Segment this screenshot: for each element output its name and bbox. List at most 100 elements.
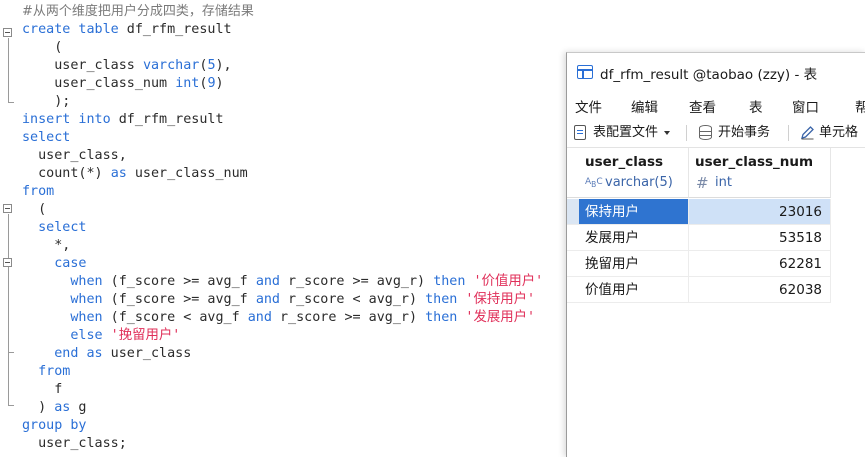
code-line[interactable]: case (22, 255, 86, 273)
keyword-token: 5 (207, 58, 216, 73)
table-icon (577, 65, 593, 79)
keyword-token: as (54, 400, 71, 415)
keyword-token: varchar (142, 58, 200, 73)
text-type-icon: ABC (585, 177, 603, 189)
code-token: (f_score < avg_f (102, 310, 248, 325)
column-type-label: varchar(5) (605, 175, 673, 190)
code-line[interactable]: count(*) as user_class_num (22, 165, 248, 183)
row-selector[interactable] (567, 251, 579, 277)
code-line[interactable]: from (22, 183, 54, 201)
code-token: ( (22, 202, 47, 217)
grid-corner (567, 148, 579, 198)
window-titlebar[interactable]: df_rfm_result @taobao (zzy) - 表 (567, 53, 865, 91)
code-line[interactable]: when (f_score >= avg_f and r_score < avg… (22, 291, 535, 309)
code-line[interactable]: user_class varchar(5), (22, 57, 231, 75)
cell-user-class[interactable]: 发展用户 (579, 225, 689, 251)
keyword-token: when (22, 274, 103, 289)
row-selector[interactable] (567, 277, 579, 303)
keyword-token: else (22, 328, 103, 343)
code-line[interactable]: ) as g (22, 399, 86, 417)
code-line[interactable]: ); (22, 93, 70, 111)
fold-toggle-create[interactable] (3, 28, 12, 37)
code-line[interactable]: end as user_class (22, 345, 191, 363)
keyword-token: then (425, 292, 458, 307)
code-token: (f_score >= avg_f (102, 292, 256, 307)
code-token: user_class; (22, 436, 127, 451)
code-token: user_class (102, 346, 192, 361)
string-token: '发展用户' (457, 310, 536, 325)
table-config-label: 表配置文件 (593, 125, 659, 140)
cell-user-class-num[interactable]: 53518 (689, 225, 831, 251)
cell-user-class[interactable]: 挽留用户 (579, 251, 689, 277)
code-token: df_rfm_result (110, 112, 224, 127)
row-selector[interactable] (567, 225, 579, 251)
code-line[interactable]: create table df_rfm_result (22, 21, 232, 39)
code-token: count(*) (22, 166, 111, 181)
code-line[interactable]: select (22, 219, 86, 237)
menu-window[interactable]: 窗口 (792, 96, 819, 116)
cell-user-class[interactable]: 保持用户 (579, 199, 689, 225)
cell-user-class[interactable]: 价值用户 (579, 277, 689, 303)
string-token: '挽留用户' (102, 328, 181, 343)
menu-view[interactable]: 查看 (689, 96, 716, 116)
code-line[interactable]: from (22, 363, 70, 381)
code-token: user_class (22, 58, 143, 73)
code-line[interactable]: group by (22, 417, 87, 435)
column-type: ABC varchar(5) (585, 175, 673, 190)
fold-toggle-subquery[interactable] (3, 204, 12, 213)
code-line[interactable]: ( (22, 201, 46, 219)
code-token: ); (22, 94, 71, 109)
column-type: # int (695, 174, 732, 192)
database-icon (699, 125, 712, 140)
code-line[interactable]: f (22, 381, 62, 399)
code-line[interactable]: user_class; (22, 435, 127, 453)
column-header-user-class-num[interactable]: user_class_num # int (689, 148, 831, 198)
code-token: user_class, (22, 148, 127, 163)
column-header-user-class[interactable]: user_class ABC varchar(5) (579, 148, 689, 198)
fold-toggle-case[interactable] (3, 258, 12, 267)
fold-guide-end (7, 352, 14, 353)
cell-user-class-num[interactable]: 62281 (689, 251, 831, 277)
toolbar: 表配置文件 开始事务 单元格 (567, 119, 865, 148)
code-line[interactable]: select (22, 129, 70, 147)
keyword-token: and (247, 310, 272, 325)
cell-user-class-num[interactable]: 23016 (689, 199, 831, 225)
code-token: f (22, 382, 63, 397)
cell-format-button[interactable]: 单元格 (799, 123, 858, 143)
code-line[interactable]: else '挽留用户' (22, 327, 180, 345)
code-token: ) (215, 76, 224, 91)
keyword-token: from (22, 364, 71, 379)
code-line[interactable]: when (f_score >= avg_f and r_score >= av… (22, 273, 543, 291)
column-type-label: int (715, 175, 732, 190)
cell-format-label: 单元格 (819, 125, 859, 140)
menu-table[interactable]: 表 (749, 96, 763, 116)
begin-transaction-button[interactable]: 开始事务 (698, 123, 770, 143)
table-config-button[interactable]: 表配置文件 (573, 123, 671, 143)
code-token: *, (22, 238, 71, 253)
code-token: df_rfm_result (118, 22, 232, 37)
code-line[interactable]: ( (22, 39, 62, 57)
keyword-token: 9 (207, 76, 216, 91)
keyword-token: insert into (22, 112, 111, 127)
code-token: user_class_num (126, 166, 248, 181)
cell-user-class-num[interactable]: 62038 (689, 277, 831, 303)
sql-editor[interactable]: #从两个维度把用户分成四类，存储结果 create table df_rfm_re… (0, 0, 566, 456)
code-line[interactable]: user_class, (22, 147, 127, 165)
data-grid[interactable]: user_class ABC varchar(5) user_class_num… (567, 148, 865, 457)
menu-edit[interactable]: 编辑 (631, 96, 658, 116)
fold-guide-end (7, 102, 14, 103)
pencil-icon (801, 126, 814, 140)
code-line[interactable]: #从两个维度把用户分成四类，存储结果 (22, 3, 254, 21)
code-line[interactable]: user_class_num int(9) (22, 75, 224, 93)
keyword-token: as (110, 166, 127, 181)
code-line[interactable]: insert into df_rfm_result (22, 111, 224, 129)
row-selector[interactable] (567, 199, 579, 225)
menu-file[interactable]: 文件 (575, 96, 602, 116)
chevron-down-icon (664, 130, 671, 135)
fold-guide (7, 38, 9, 102)
menu-help[interactable]: 帮 (855, 96, 865, 116)
code-line[interactable]: *, (22, 237, 70, 255)
keyword-token: int (175, 76, 200, 91)
code-line[interactable]: when (f_score < avg_f and r_score >= avg… (22, 309, 535, 327)
toolbar-divider (788, 125, 789, 141)
